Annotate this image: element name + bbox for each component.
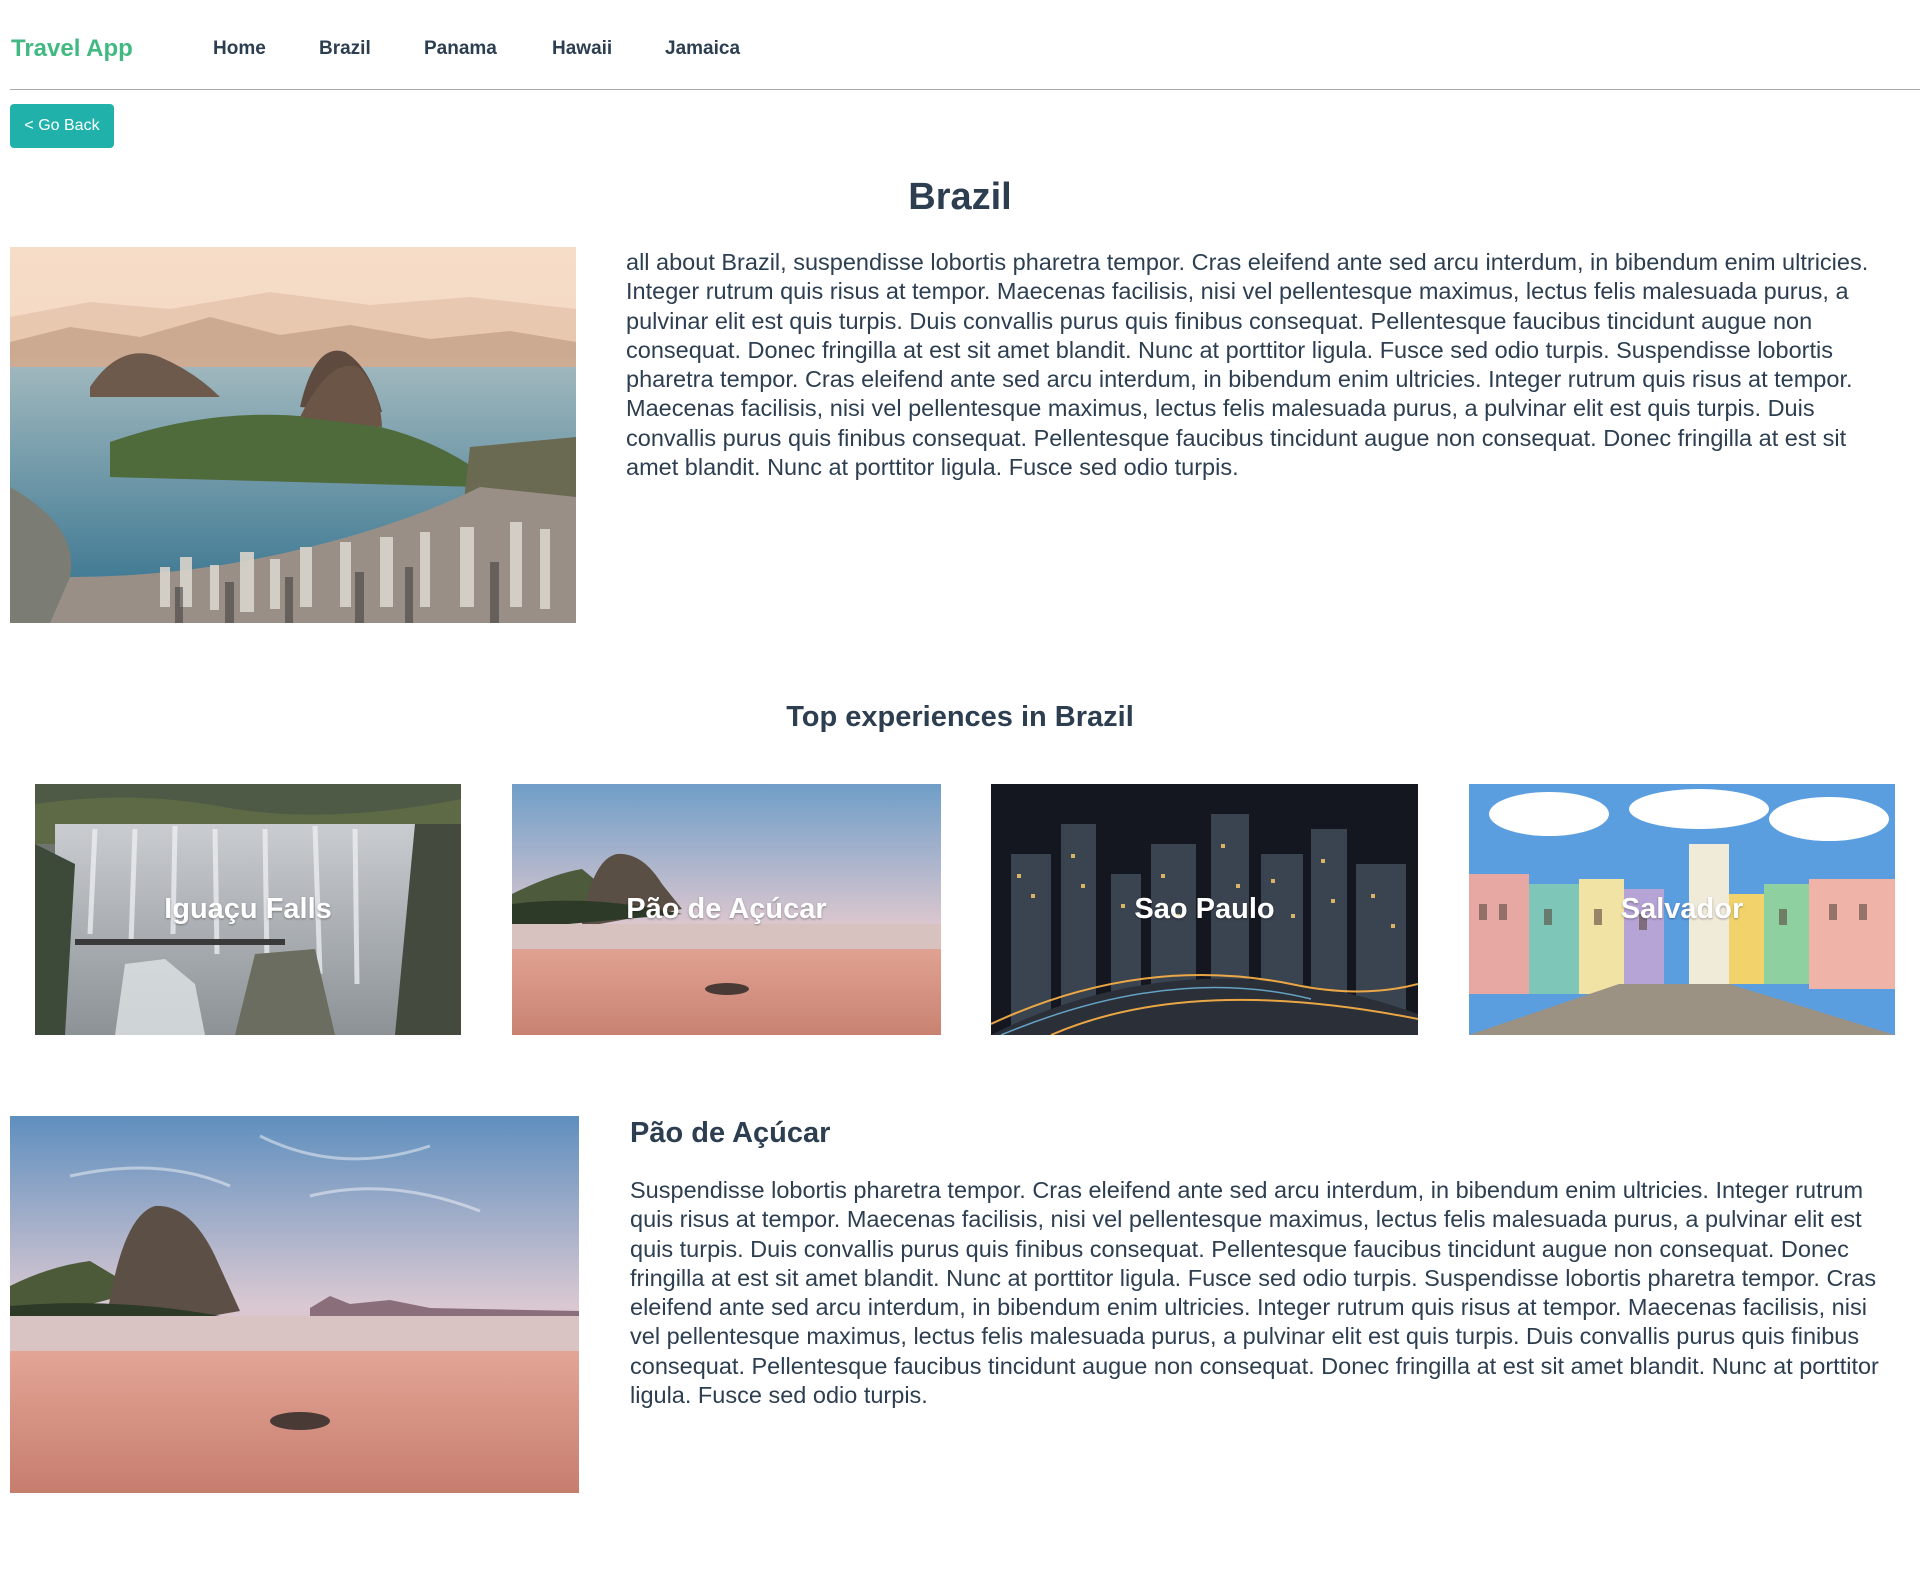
nav-link-hawaii[interactable]: Hawaii [552, 38, 612, 60]
experience-detail-image [10, 1116, 579, 1493]
experience-card-salvador[interactable]: Salvador [1469, 784, 1895, 1035]
experience-card-label: Pão de Açúcar [626, 893, 827, 925]
experience-card-sao-paulo[interactable]: Sao Paulo [991, 784, 1418, 1035]
nav-link-jamaica[interactable]: Jamaica [665, 38, 740, 60]
nav-link-panama[interactable]: Panama [424, 38, 497, 60]
experience-card-label: Sao Paulo [1134, 893, 1275, 925]
experience-card-label: Iguaçu Falls [164, 893, 332, 925]
nav-link-brazil[interactable]: Brazil [319, 38, 371, 60]
experience-card-label: Salvador [1620, 893, 1744, 925]
destination-hero-image [10, 247, 576, 623]
experience-card-iguacu-falls[interactable]: Iguaçu Falls [35, 784, 461, 1035]
brand-logo[interactable]: Travel App [11, 35, 133, 63]
experience-detail-description: Suspendisse lobortis pharetra tempor. Cr… [630, 1177, 1879, 1409]
navbar: Travel App Home Brazil Panama Hawaii Jam… [10, 0, 1920, 90]
page-title: Brazil [908, 176, 1012, 218]
experiences-heading: Top experiences in Brazil [786, 701, 1134, 733]
go-back-button[interactable]: < Go Back [10, 104, 114, 148]
experience-detail-title: Pão de Açúcar [630, 1117, 831, 1149]
experience-card-pao-de-acucar[interactable]: Pão de Açúcar [512, 784, 941, 1035]
nav-link-home[interactable]: Home [213, 38, 266, 60]
destination-description: all about Brazil, suspendisse lobortis p… [626, 249, 1869, 481]
